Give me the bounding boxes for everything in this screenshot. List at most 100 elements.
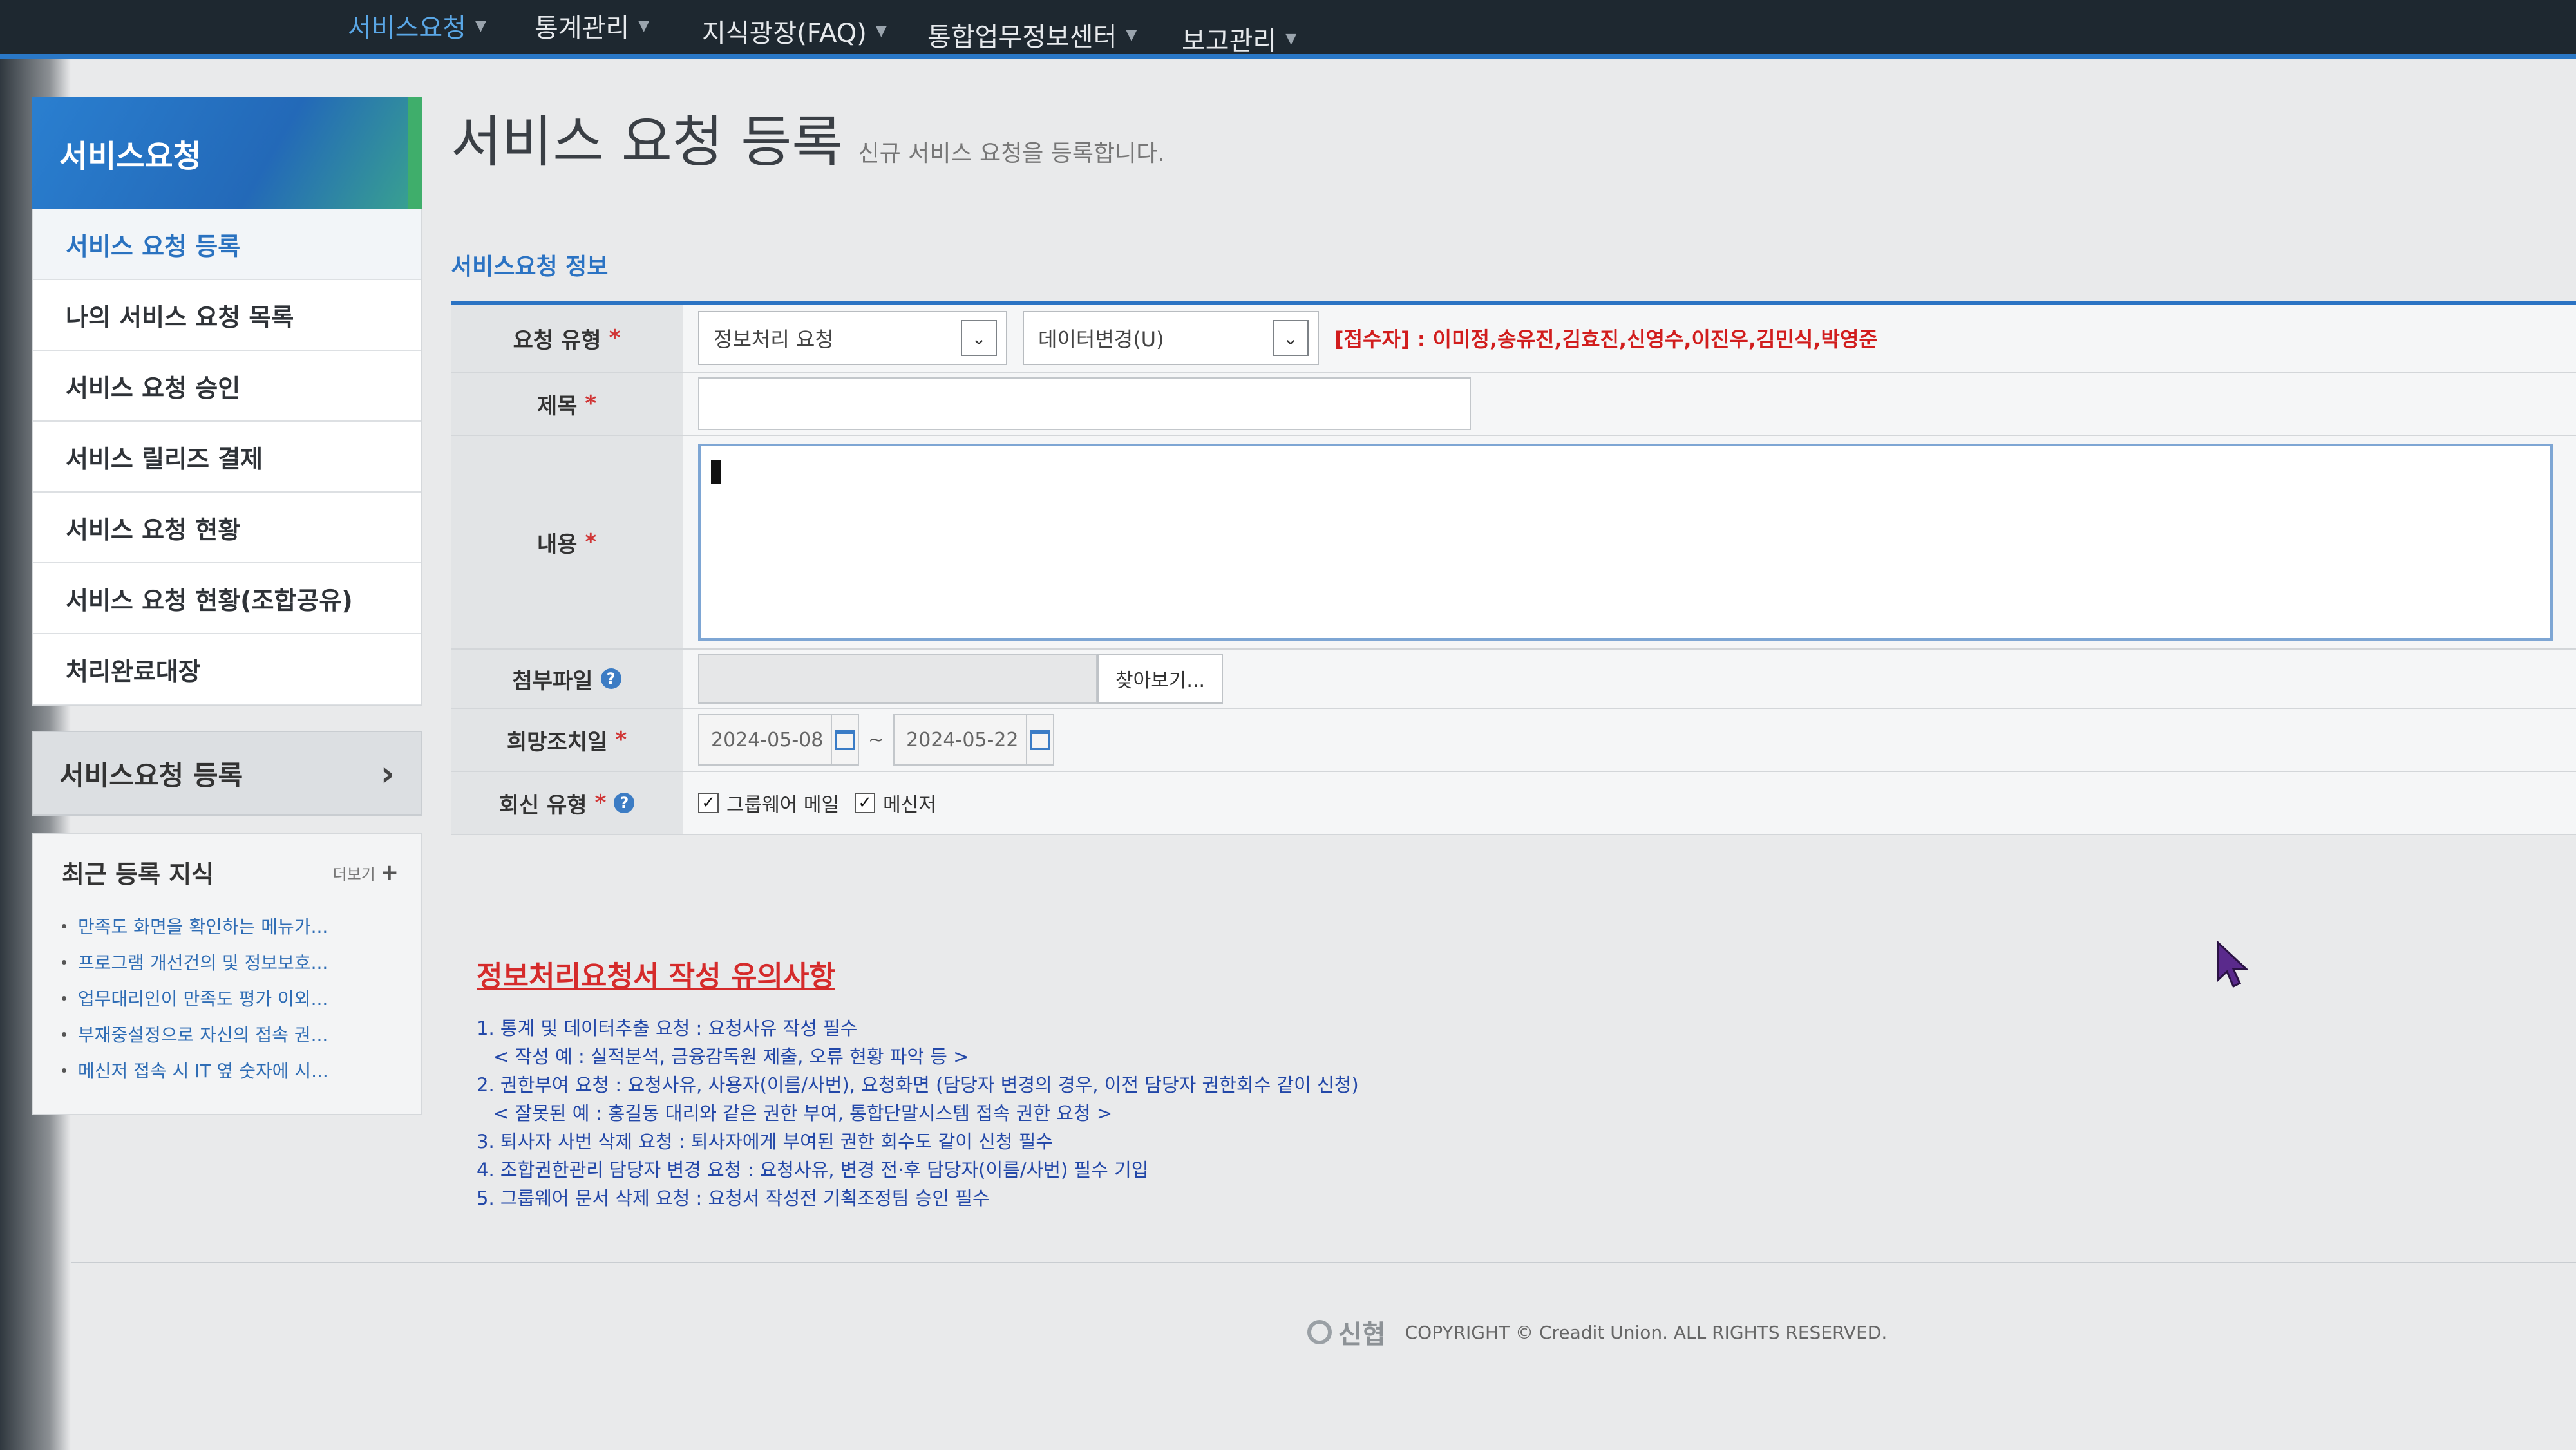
recent-knowledge-title: 최근 등록 지식 (62, 860, 214, 889)
caret-down-icon: ▼ (638, 17, 650, 34)
help-icon[interactable]: ? (600, 668, 621, 689)
notice-line: < 잘못된 예 : 홍길동 대리와 같은 권한 부여, 통합단말시스템 접속 권… (493, 1102, 1113, 1124)
sidebar-item-label: 서비스 릴리즈 결제 (66, 444, 263, 473)
chevron-right-icon: › (380, 753, 395, 794)
bullet-icon (62, 1068, 66, 1073)
checkbox-label: 그룹웨어 메일 (726, 794, 840, 816)
date-separator: ~ (868, 728, 885, 751)
footer-divider (71, 1262, 2576, 1263)
sidebar-title: 서비스요청 (59, 138, 202, 174)
attachment-value-cell: 찾아보기... (683, 650, 2576, 708)
request-subtype-select[interactable]: 데이터변경(U) ⌄ (1023, 311, 1319, 365)
recent-knowledge-item[interactable]: 프로그램 개선건의 및 정보보호... (62, 944, 399, 980)
shortcut-label: 서비스요청 등록 (59, 759, 243, 791)
chevron-down-icon: ⌄ (1273, 320, 1309, 356)
file-path-field[interactable] (698, 654, 1097, 704)
sidebar-item-completed-ledger[interactable]: 처리완료대장 (33, 634, 421, 705)
recent-knowledge-item[interactable]: 부재중설정으로 자신의 접속 권... (62, 1016, 399, 1052)
sidebar: 서비스요청 서비스 요청 등록 나의 서비스 요청 목록 서비스 요청 승인 서… (32, 97, 422, 1115)
more-link[interactable]: 더보기 + (333, 860, 399, 885)
request-type-select[interactable]: 정보처리 요청 ⌄ (698, 311, 1007, 365)
calendar-icon[interactable] (831, 714, 858, 766)
label-text: 첨부파일 (512, 668, 593, 694)
sidebar-header: 서비스요청 (32, 97, 422, 209)
groupware-mail-checkbox[interactable]: ✓ 그룹웨어 메일 (698, 789, 839, 817)
nav-label: 통계관리 (535, 14, 630, 43)
sidebar-item-label: 서비스 요청 승인 (66, 373, 241, 402)
page-subtitle: 신규 서비스 요청을 등록합니다. (858, 140, 1165, 167)
recent-knowledge-item[interactable]: 업무대리인이 만족도 평가 이외... (62, 980, 399, 1016)
recent-knowledge-text: 프로그램 개선건의 및 정보보호... (78, 952, 328, 974)
title-row: 서비스 요청 등록 신규 서비스 요청을 등록합니다. (451, 97, 2576, 177)
credit-union-logo: 신협 (1307, 1313, 1386, 1351)
sidebar-item-request-status[interactable]: 서비스 요청 현황 (33, 493, 421, 563)
title-value-cell (683, 373, 2576, 435)
form-row-title: 제목 * (451, 373, 2576, 436)
sidebar-item-label: 서비스 요청 현황 (66, 515, 241, 544)
notice-line: 4. 조합권한관리 담당자 변경 요청 : 요청사유, 변경 전·후 담당자(이… (477, 1159, 1149, 1181)
date-to-input[interactable]: 2024-05-22 (893, 714, 1055, 766)
footer: 신협 COPYRIGHT © Creadit Union. ALL RIGHTS… (1307, 1313, 1887, 1351)
calendar-icon[interactable] (1026, 714, 1053, 766)
select-value: 정보처리 요청 (714, 327, 834, 352)
sidebar-item-request-approval[interactable]: 서비스 요청 승인 (33, 351, 421, 422)
label-text: 내용 (536, 531, 578, 558)
nav-faq[interactable]: 지식광장(FAQ) ▼ (702, 5, 887, 57)
plus-icon: + (380, 859, 399, 885)
checkbox-label: 메신저 (883, 794, 936, 816)
bullet-icon (62, 1031, 66, 1037)
sidebar-item-label: 처리완료대장 (66, 657, 201, 686)
help-icon[interactable]: ? (614, 793, 635, 813)
logo-text: 신협 (1338, 1320, 1386, 1350)
recent-knowledge-header: 최근 등록 지식 더보기 + (62, 854, 399, 890)
messenger-checkbox[interactable]: ✓ 메신저 (855, 789, 936, 817)
caret-down-icon: ▼ (875, 23, 887, 39)
title-input[interactable] (698, 377, 1471, 430)
shortcut-register-button[interactable]: 서비스요청 등록 › (32, 731, 422, 816)
mouse-pointer-icon (2217, 940, 2249, 988)
reply-value-cell: ✓ 그룹웨어 메일 ✓ 메신저 (683, 772, 2576, 834)
notice-line: 5. 그룹웨어 문서 삭제 요청 : 요청서 작성전 기획조정팀 승인 필수 (477, 1187, 990, 1209)
recent-knowledge-text: 부재중설정으로 자신의 접속 권... (78, 1024, 328, 1046)
checkmark-icon: ✓ (855, 793, 876, 813)
copyright-text: COPYRIGHT © Creadit Union. ALL RIGHTS RE… (1405, 1321, 1888, 1343)
date-value: 2024-05-22 (906, 728, 1019, 751)
recent-knowledge-item[interactable]: 만족도 화면을 확인하는 메뉴가... (62, 908, 399, 944)
content-value-cell (683, 436, 2576, 648)
request-form: 요청 유형 * 정보처리 요청 ⌄ 데이터변경(U) ⌄ [접수자] : 이미정,… (451, 301, 2576, 835)
sidebar-item-request-status-shared[interactable]: 서비스 요청 현황(조합공유) (33, 563, 421, 634)
required-mark: * (585, 391, 597, 417)
more-label: 더보기 (332, 865, 375, 883)
sidebar-item-service-request-register[interactable]: 서비스 요청 등록 (33, 209, 421, 280)
text-cursor (711, 460, 721, 484)
sidebar-header-stripe (408, 97, 422, 209)
date-value: 2024-05-08 (711, 728, 824, 751)
form-row-content: 내용 * (451, 436, 2576, 650)
nav-service-request[interactable]: 서비스요청 ▼ (348, 0, 486, 52)
logo-mark-icon (1307, 1320, 1332, 1344)
label-text: 회신 유형 (498, 792, 587, 818)
recent-knowledge-text: 만족도 화면을 확인하는 메뉴가... (78, 916, 328, 937)
required-mark: * (609, 325, 621, 351)
nav-statistics[interactable]: 통계관리 ▼ (535, 0, 649, 52)
nav-label: 서비스요청 (348, 14, 466, 43)
recent-knowledge-item[interactable]: 메신저 접속 시 IT 옆 숫자에 시... (62, 1052, 399, 1088)
sidebar-item-my-requests[interactable]: 나의 서비스 요청 목록 (33, 280, 421, 351)
sidebar-item-release-approval[interactable]: 서비스 릴리즈 결제 (33, 422, 421, 493)
content-textarea[interactable] (698, 444, 2553, 641)
nav-info-center[interactable]: 통합업무정보센터 ▼ (927, 9, 1137, 61)
page-title: 서비스 요청 등록 (451, 110, 843, 174)
recent-knowledge-panel: 최근 등록 지식 더보기 + 만족도 화면을 확인하는 메뉴가... 프로그램 … (32, 833, 422, 1115)
bullet-icon (62, 923, 66, 928)
browse-button[interactable]: 찾아보기... (1097, 654, 1224, 704)
caret-down-icon: ▼ (1126, 26, 1137, 43)
date-from-input[interactable]: 2024-05-08 (698, 714, 859, 766)
notice-line: 3. 퇴사자 사번 삭제 요청 : 퇴사자에게 부여된 권한 회수도 같이 신청… (477, 1131, 1054, 1153)
recent-knowledge-text: 업무대리인이 만족도 평가 이외... (78, 988, 328, 1010)
label-text: 요청 유형 (513, 327, 601, 353)
recent-knowledge-text: 메신저 접속 시 IT 옆 숫자에 시... (78, 1060, 328, 1082)
caret-down-icon: ▼ (475, 17, 486, 34)
notice-title: 정보처리요청서 작성 유의사항 (477, 960, 835, 993)
form-row-date: 희망조치일 * 2024-05-08 ~ 2024-05-22 (451, 709, 2576, 772)
nav-label: 통합업무정보센터 (927, 23, 1117, 52)
